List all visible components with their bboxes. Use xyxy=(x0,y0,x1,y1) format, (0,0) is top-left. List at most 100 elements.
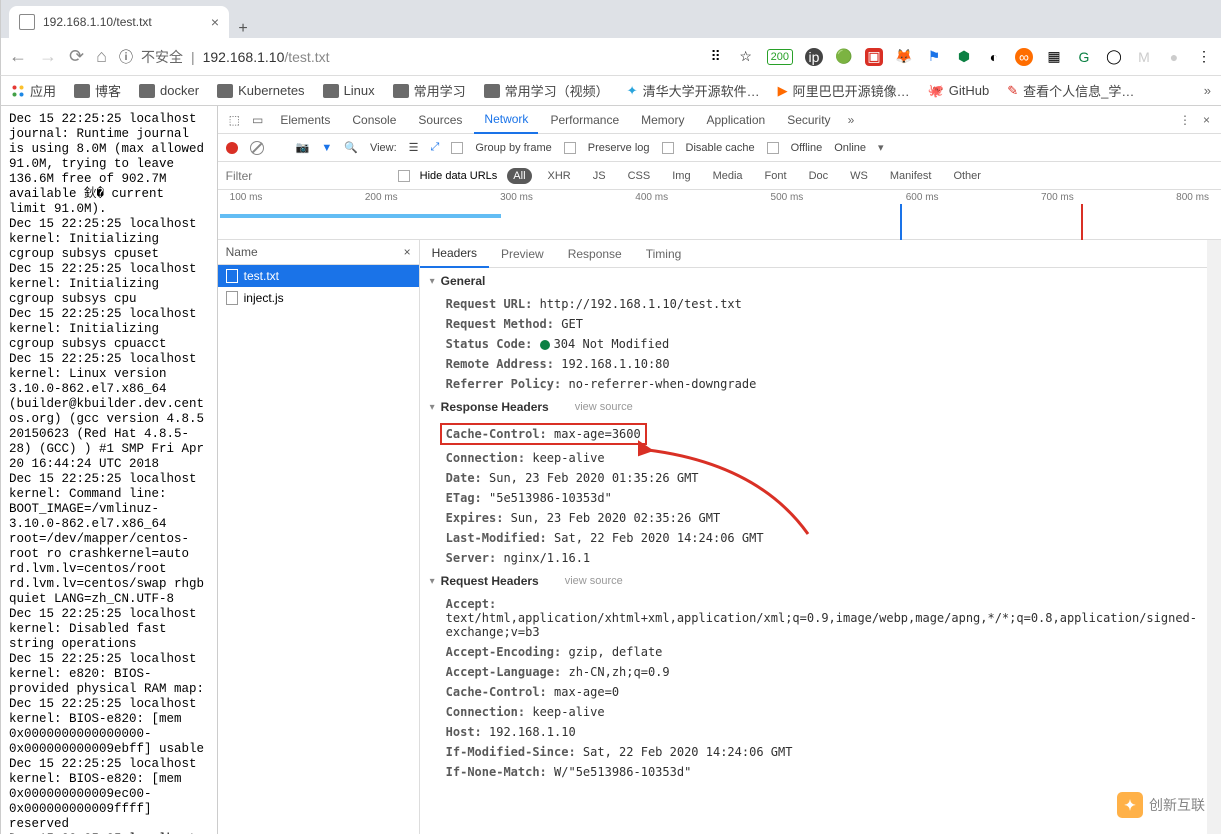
disable-cache-checkbox[interactable] xyxy=(662,142,674,154)
ext-icon-1[interactable]: ip xyxy=(805,48,823,66)
apps-button[interactable]: 应用 xyxy=(11,81,56,100)
tab-security[interactable]: Security xyxy=(777,107,840,133)
filter-img[interactable]: Img xyxy=(666,168,696,184)
filter-doc[interactable]: Doc xyxy=(803,168,835,184)
ext-icon-7[interactable]: ∞ xyxy=(1015,48,1033,66)
ext-icon-firefox[interactable]: 🦊 xyxy=(895,48,913,66)
tab-preview[interactable]: Preview xyxy=(489,241,556,267)
filter-manifest[interactable]: Manifest xyxy=(884,168,938,184)
throttle-select[interactable]: Online xyxy=(834,142,866,154)
close-icon[interactable]: × xyxy=(211,14,219,30)
chevron-down-icon[interactable]: ▾ xyxy=(878,141,884,154)
header-row: ETag: "5e513986-10353d" xyxy=(420,488,1207,508)
header-row: Connection: keep-alive xyxy=(420,448,1207,468)
tab-memory[interactable]: Memory xyxy=(631,107,694,133)
ext-icon-chrome[interactable]: 🟢 xyxy=(835,48,853,66)
translate-icon[interactable]: ⠿ xyxy=(707,48,725,66)
filter-input[interactable] xyxy=(218,163,388,189)
device-toggle-icon[interactable]: ▭ xyxy=(247,113,268,127)
clear-button[interactable] xyxy=(250,141,264,155)
devtools-menu-icon[interactable]: ⋮ xyxy=(1174,113,1196,127)
inspect-icon[interactable]: ⬚ xyxy=(224,113,245,127)
tab-headers[interactable]: Headers xyxy=(420,240,489,268)
bookmark-item[interactable]: 🐙GitHub xyxy=(928,83,990,99)
tab-elements[interactable]: Elements xyxy=(270,107,340,133)
group-checkbox[interactable] xyxy=(451,142,463,154)
back-button[interactable]: ← xyxy=(9,46,27,67)
filter-xhr[interactable]: XHR xyxy=(542,168,577,184)
bookmark-item[interactable]: Kubernetes xyxy=(217,83,305,98)
ext-icon-5[interactable]: ⬢ xyxy=(955,48,973,66)
filter-all[interactable]: All xyxy=(507,168,531,184)
devtools-close-icon[interactable]: × xyxy=(1198,113,1215,127)
request-headers-section[interactable]: Request Headersview source xyxy=(420,568,1207,594)
tab-performance[interactable]: Performance xyxy=(540,107,629,133)
bookmark-item[interactable]: 常用学习（视频） xyxy=(484,81,609,100)
filter-js[interactable]: JS xyxy=(587,168,612,184)
bookmark-item[interactable]: ✦清华大学开源软件… xyxy=(627,81,760,100)
header-row: Accept-Language: zh-CN,zh;q=0.9 xyxy=(420,662,1207,682)
response-headers-section[interactable]: Response Headersview source xyxy=(420,394,1207,420)
new-tab-button[interactable]: + xyxy=(229,20,257,38)
browser-toolbar: ← → ⟳ ⌂ ⓘ 不安全 | 192.168.1.10/test.txt ⠿ … xyxy=(0,38,1221,76)
star-icon[interactable]: ☆ xyxy=(737,48,755,66)
github-icon: 🐙 xyxy=(928,83,944,99)
general-section[interactable]: General xyxy=(420,268,1207,294)
camera-icon[interactable]: 📷 xyxy=(296,141,310,154)
menu-icon[interactable]: ⋮ xyxy=(1195,48,1213,66)
header-row: Request URL: http://192.168.1.10/test.tx… xyxy=(420,294,1207,314)
scrollbar[interactable] xyxy=(1207,240,1221,834)
tab-sources[interactable]: Sources xyxy=(408,107,472,133)
bookmark-item[interactable]: docker xyxy=(139,83,199,98)
request-item[interactable]: test.txt xyxy=(218,265,419,287)
request-item[interactable]: inject.js xyxy=(218,287,419,309)
timeline[interactable]: 100 ms 200 ms 300 ms 400 ms 500 ms 600 m… xyxy=(218,190,1221,240)
reload-button[interactable]: ⟳ xyxy=(69,46,84,67)
bookmark-item[interactable]: Linux xyxy=(323,83,375,98)
view-source-link[interactable]: view source xyxy=(565,575,623,587)
bookmark-item[interactable]: ✎查看个人信息_学… xyxy=(1007,81,1134,100)
view-waterfall-icon[interactable]: ⤢ xyxy=(431,141,440,154)
hide-urls-checkbox[interactable] xyxy=(398,170,410,182)
offline-checkbox[interactable] xyxy=(767,142,779,154)
tab-application[interactable]: Application xyxy=(696,107,775,133)
search-icon[interactable]: 🔍 xyxy=(344,141,358,154)
view-large-icon[interactable]: ☰ xyxy=(409,141,419,154)
ext-icon-adblock[interactable]: ▣ xyxy=(865,48,883,66)
ext-icon-10[interactable]: ◯ xyxy=(1105,48,1123,66)
header-row: If-None-Match: W/"5e513986-10353d" xyxy=(420,762,1207,782)
home-button[interactable]: ⌂ xyxy=(96,46,107,67)
bookmark-item[interactable]: ▶阿里巴巴开源镜像… xyxy=(778,81,910,100)
tab-overflow[interactable]: » xyxy=(843,113,860,127)
ext-icon-translate[interactable]: ⚑ xyxy=(925,48,943,66)
bookmarks-overflow[interactable]: » xyxy=(1204,83,1211,98)
filter-font[interactable]: Font xyxy=(759,168,793,184)
filter-ws[interactable]: WS xyxy=(844,168,874,184)
forward-button[interactable]: → xyxy=(39,46,57,67)
tab-response[interactable]: Response xyxy=(556,241,634,267)
preserve-checkbox[interactable] xyxy=(564,142,576,154)
tab-timing[interactable]: Timing xyxy=(634,241,694,267)
browser-tab[interactable]: 192.168.1.10/test.txt × xyxy=(9,6,229,38)
tab-console[interactable]: Console xyxy=(342,107,406,133)
url-bar[interactable]: ⓘ 不安全 | 192.168.1.10/test.txt xyxy=(119,47,695,67)
ext-icon-grammarly[interactable]: G xyxy=(1075,48,1093,66)
filter-icon[interactable]: ▼ xyxy=(321,142,332,154)
filter-media[interactable]: Media xyxy=(707,168,749,184)
ext-icon-8[interactable]: ▦ xyxy=(1045,48,1063,66)
close-detail-icon[interactable]: × xyxy=(404,245,411,259)
bookmark-item[interactable]: 博客 xyxy=(74,81,121,100)
detail-tabs: Headers Preview Response Timing xyxy=(420,240,1207,268)
url-host: 192.168.1.10 xyxy=(203,49,285,65)
ext-icon-11[interactable]: M xyxy=(1135,48,1153,66)
view-source-link[interactable]: view source xyxy=(575,401,633,413)
tab-network[interactable]: Network xyxy=(474,106,538,134)
link-icon: ▶ xyxy=(778,83,788,99)
user-avatar[interactable]: ● xyxy=(1165,48,1183,66)
request-header: Name × xyxy=(218,240,419,265)
record-button[interactable] xyxy=(226,142,238,154)
filter-other[interactable]: Other xyxy=(947,168,987,184)
filter-css[interactable]: CSS xyxy=(622,168,657,184)
ext-icon-6[interactable]: ◐ xyxy=(985,48,1003,66)
bookmark-item[interactable]: 常用学习 xyxy=(393,81,466,100)
